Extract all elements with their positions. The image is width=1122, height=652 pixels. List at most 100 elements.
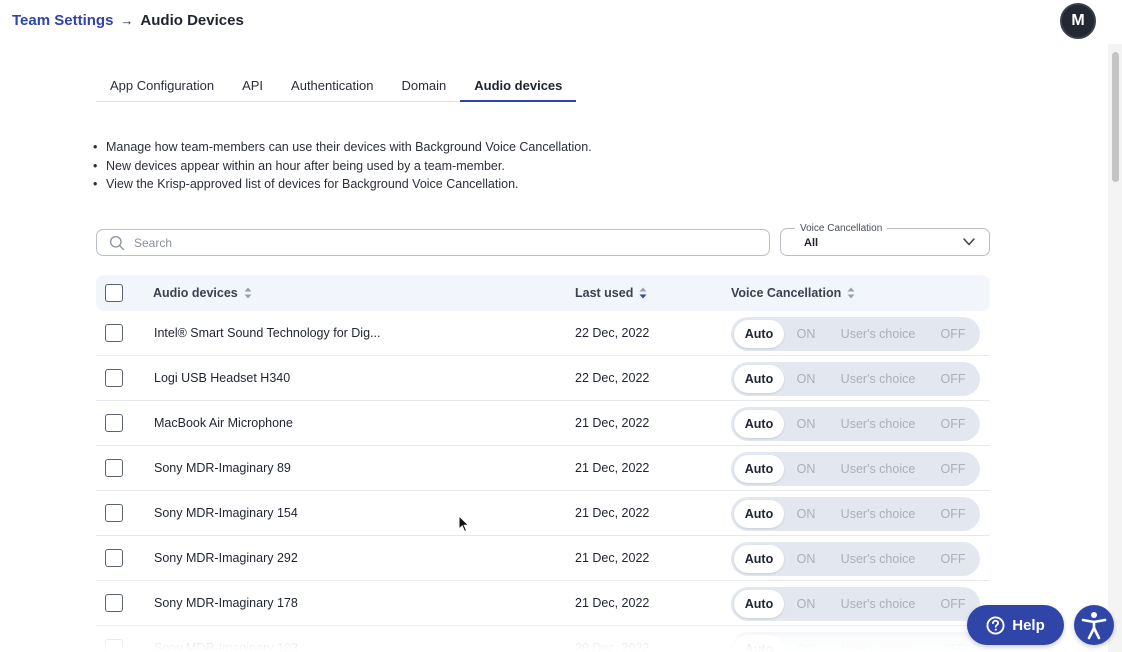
segment-option-users-choice[interactable]: User's choice xyxy=(833,590,923,618)
device-name: Logi USB Headset H340 xyxy=(154,371,291,385)
segment-option-off[interactable]: OFF xyxy=(935,635,971,652)
row-checkbox[interactable] xyxy=(105,324,123,342)
info-list: Manage how team-members can use their de… xyxy=(93,138,592,194)
voice-cancellation-toggle: Auto ON User's choice OFF xyxy=(731,452,980,486)
table-row: Sony MDR-Imaginary 154 21 Dec, 2022 Auto ON… xyxy=(96,491,990,536)
tab-api[interactable]: API xyxy=(228,72,277,102)
row-checkbox[interactable] xyxy=(105,549,123,567)
table-row: Sony MDR-Imaginary 178 21 Dec, 2022 Auto ON… xyxy=(96,581,990,626)
device-name: Sony MDR-Imaginary 178 xyxy=(154,596,298,610)
segment-option-off[interactable]: OFF xyxy=(935,410,971,438)
column-label: Audio devices xyxy=(153,286,238,300)
help-button[interactable]: Help xyxy=(967,605,1064,645)
tab-domain[interactable]: Domain xyxy=(387,72,460,102)
settings-tabs: App Configuration API Authentication Dom… xyxy=(96,72,577,102)
voice-cancellation-toggle: Auto ON User's choice OFF xyxy=(731,542,980,576)
sort-icon xyxy=(639,287,647,299)
voice-cancellation-filter-select[interactable]: Voice Cancellation All xyxy=(780,223,990,256)
last-used-date: 21 Dec, 2022 xyxy=(575,461,650,475)
segment-option-off[interactable]: OFF xyxy=(935,545,971,573)
column-label: Voice Cancellation xyxy=(731,286,842,300)
chevron-down-icon xyxy=(963,238,975,246)
segment-option-users-choice[interactable]: User's choice xyxy=(833,545,923,573)
table-header: Audio devices Last used Voice Cancellati… xyxy=(96,275,990,311)
mouse-cursor-icon xyxy=(458,515,470,533)
tab-authentication[interactable]: Authentication xyxy=(277,72,387,102)
sort-icon xyxy=(244,287,252,299)
segment-option-on[interactable]: ON xyxy=(789,590,823,618)
scrollbar-thumb[interactable] xyxy=(1112,52,1119,182)
device-name: Sony MDR-Imaginary 103 xyxy=(154,641,298,652)
voice-cancellation-toggle: Auto ON User's choice OFF xyxy=(731,317,980,351)
breadcrumb-team-settings-link[interactable]: Team Settings xyxy=(12,12,113,29)
device-name: Sony MDR-Imaginary 89 xyxy=(154,461,291,475)
segment-option-on[interactable]: ON xyxy=(789,635,823,652)
page-title: Audio Devices xyxy=(140,12,244,29)
row-checkbox[interactable] xyxy=(105,369,123,387)
device-name: Sony MDR-Imaginary 154 xyxy=(154,506,298,520)
voice-cancellation-toggle: Auto ON User's choice OFF xyxy=(731,362,980,396)
column-header-audio-devices[interactable]: Audio devices xyxy=(153,286,252,300)
table-row: Intel® Smart Sound Technology for Dig...… xyxy=(96,311,990,356)
top-bar: Team Settings → Audio Devices M xyxy=(0,0,1122,44)
table-row: Sony MDR-Imaginary 89 21 Dec, 2022 Auto ON U… xyxy=(96,446,990,491)
table-body: Intel® Smart Sound Technology for Dig...… xyxy=(96,311,990,652)
info-item: View the Krisp-approved list of devices … xyxy=(93,175,592,194)
segment-option-auto[interactable]: Auto xyxy=(734,410,784,438)
select-all-checkbox[interactable] xyxy=(105,284,123,302)
accessibility-icon xyxy=(1081,612,1107,640)
voice-cancellation-toggle: Auto ON User's choice OFF xyxy=(731,587,980,621)
segment-option-auto[interactable]: Auto xyxy=(734,365,784,393)
tab-audio-devices[interactable]: Audio devices xyxy=(460,72,577,102)
voice-cancellation-toggle: Auto ON User's choice OFF xyxy=(731,407,980,441)
segment-option-auto[interactable]: Auto xyxy=(734,500,784,528)
question-circle-icon xyxy=(986,615,1005,635)
row-checkbox[interactable] xyxy=(105,594,123,612)
segment-option-off[interactable]: OFF xyxy=(935,500,971,528)
segment-option-off[interactable]: OFF xyxy=(935,455,971,483)
audio-devices-table: Audio devices Last used Voice Cancellati… xyxy=(96,275,990,652)
segment-option-auto[interactable]: Auto xyxy=(734,455,784,483)
column-header-last-used[interactable]: Last used xyxy=(575,286,647,300)
row-checkbox[interactable] xyxy=(105,459,123,477)
info-item: Manage how team-members can use their de… xyxy=(93,138,592,157)
row-checkbox[interactable] xyxy=(105,639,123,652)
device-name: Intel® Smart Sound Technology for Dig... xyxy=(154,326,381,340)
page-scrollbar[interactable] xyxy=(1108,44,1122,652)
segment-option-on[interactable]: ON xyxy=(789,500,823,528)
search-input[interactable] xyxy=(134,235,734,250)
table-row: MacBook Air Microphone 21 Dec, 2022 Auto ON… xyxy=(96,401,990,446)
tab-app-configuration[interactable]: App Configuration xyxy=(96,72,228,102)
breadcrumb: Team Settings → Audio Devices xyxy=(12,12,244,29)
voice-cancellation-toggle: Auto ON User's choice OFF xyxy=(731,497,980,531)
segment-option-off[interactable]: OFF xyxy=(935,320,971,348)
search-icon xyxy=(109,235,125,250)
segment-option-users-choice[interactable]: User's choice xyxy=(833,410,923,438)
segment-option-users-choice[interactable]: User's choice xyxy=(833,455,923,483)
segment-option-on[interactable]: ON xyxy=(789,545,823,573)
segment-option-on[interactable]: ON xyxy=(789,365,823,393)
segment-option-auto[interactable]: Auto xyxy=(734,320,784,348)
segment-option-on[interactable]: ON xyxy=(789,320,823,348)
segment-option-on[interactable]: ON xyxy=(789,455,823,483)
segment-option-off[interactable]: OFF xyxy=(935,590,971,618)
device-name: MacBook Air Microphone xyxy=(154,416,293,430)
segment-option-users-choice[interactable]: User's choice xyxy=(833,320,923,348)
accessibility-button[interactable] xyxy=(1074,605,1114,645)
last-used-date: 20 Dec, 2022 xyxy=(575,641,650,652)
segment-option-auto[interactable]: Auto xyxy=(734,545,784,573)
segment-option-on[interactable]: ON xyxy=(789,410,823,438)
row-checkbox[interactable] xyxy=(105,414,123,432)
row-checkbox[interactable] xyxy=(105,504,123,522)
segment-option-auto[interactable]: Auto xyxy=(734,635,784,652)
user-avatar[interactable]: M xyxy=(1060,3,1096,39)
last-used-date: 21 Dec, 2022 xyxy=(575,506,650,520)
segment-option-auto[interactable]: Auto xyxy=(734,590,784,618)
segment-option-users-choice[interactable]: User's choice xyxy=(833,500,923,528)
segment-option-users-choice[interactable]: User's choice xyxy=(833,635,923,652)
segment-option-off[interactable]: OFF xyxy=(935,365,971,393)
column-label: Last used xyxy=(575,286,634,300)
filter-value: All xyxy=(804,237,819,249)
segment-option-users-choice[interactable]: User's choice xyxy=(833,365,923,393)
column-header-voice-cancellation[interactable]: Voice Cancellation xyxy=(731,286,855,300)
